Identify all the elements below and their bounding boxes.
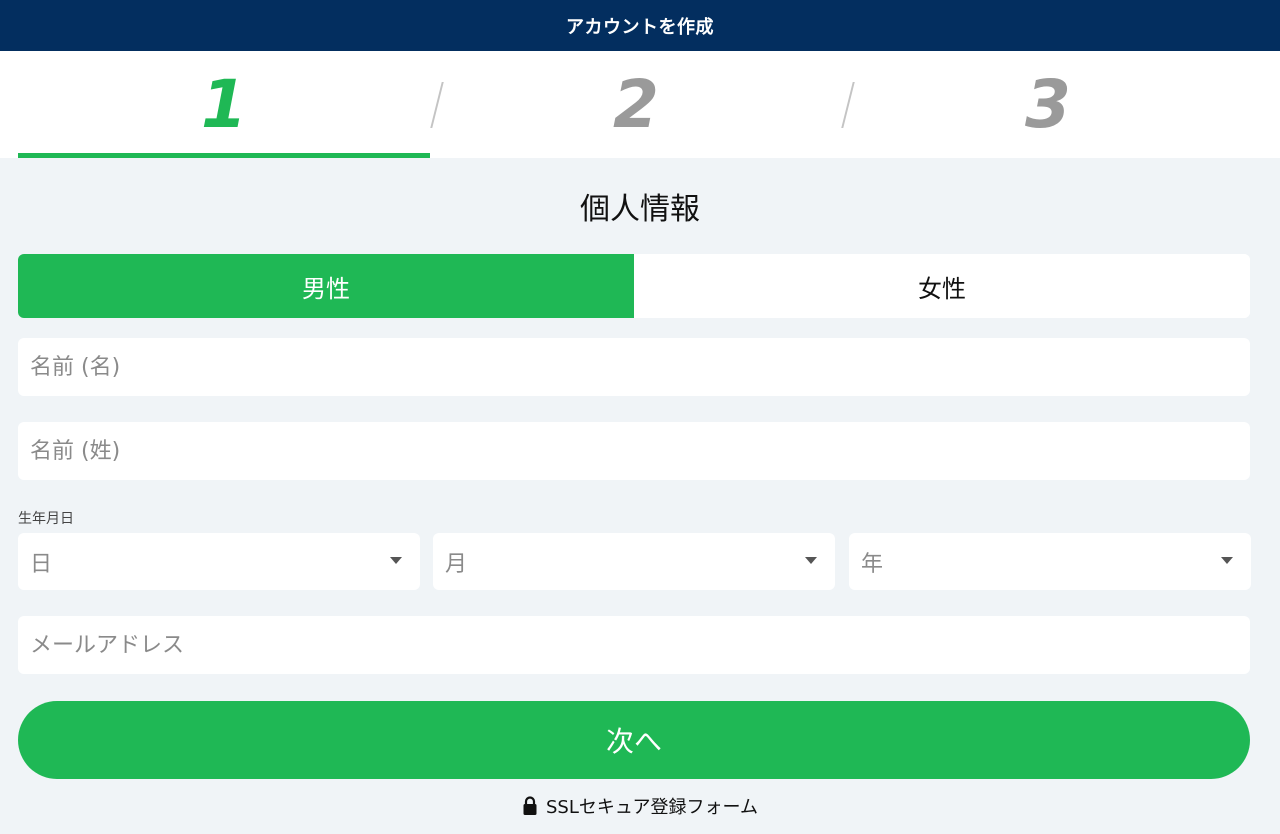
- progress-stepper: 1 2 3: [0, 51, 1280, 158]
- active-step-indicator: [18, 153, 430, 158]
- dob-year-select[interactable]: 年: [849, 533, 1251, 590]
- dob-day-select[interactable]: 日: [18, 533, 420, 590]
- dob-day-value: 日: [30, 551, 53, 577]
- step-1: 1: [201, 66, 247, 143]
- lock-icon: [523, 796, 537, 815]
- last-name-input[interactable]: [18, 422, 1250, 480]
- gender-toggle: 男性 女性: [18, 254, 1250, 318]
- chevron-down-icon: [805, 557, 817, 564]
- chevron-down-icon: [1221, 557, 1233, 564]
- ssl-notice: SSLセキュア登録フォーム: [0, 794, 1280, 818]
- gender-option-female[interactable]: 女性: [634, 254, 1250, 318]
- ssl-notice-text: SSLセキュア登録フォーム: [546, 797, 758, 818]
- first-name-input[interactable]: [18, 338, 1250, 396]
- step-3: 3: [1025, 66, 1071, 143]
- step-2: 2: [613, 66, 659, 143]
- header-bar: アカウントを作成: [0, 0, 1280, 51]
- next-button[interactable]: 次へ: [18, 701, 1250, 779]
- email-input[interactable]: [18, 616, 1250, 674]
- dob-label: 生年月日: [18, 511, 74, 527]
- header-title: アカウントを作成: [566, 16, 714, 38]
- gender-option-male[interactable]: 男性: [18, 254, 634, 318]
- dob-month-value: 月: [445, 551, 468, 577]
- dob-year-value: 年: [861, 551, 884, 577]
- section-title: 個人情報: [580, 192, 700, 227]
- chevron-down-icon: [390, 557, 402, 564]
- dob-month-select[interactable]: 月: [433, 533, 835, 590]
